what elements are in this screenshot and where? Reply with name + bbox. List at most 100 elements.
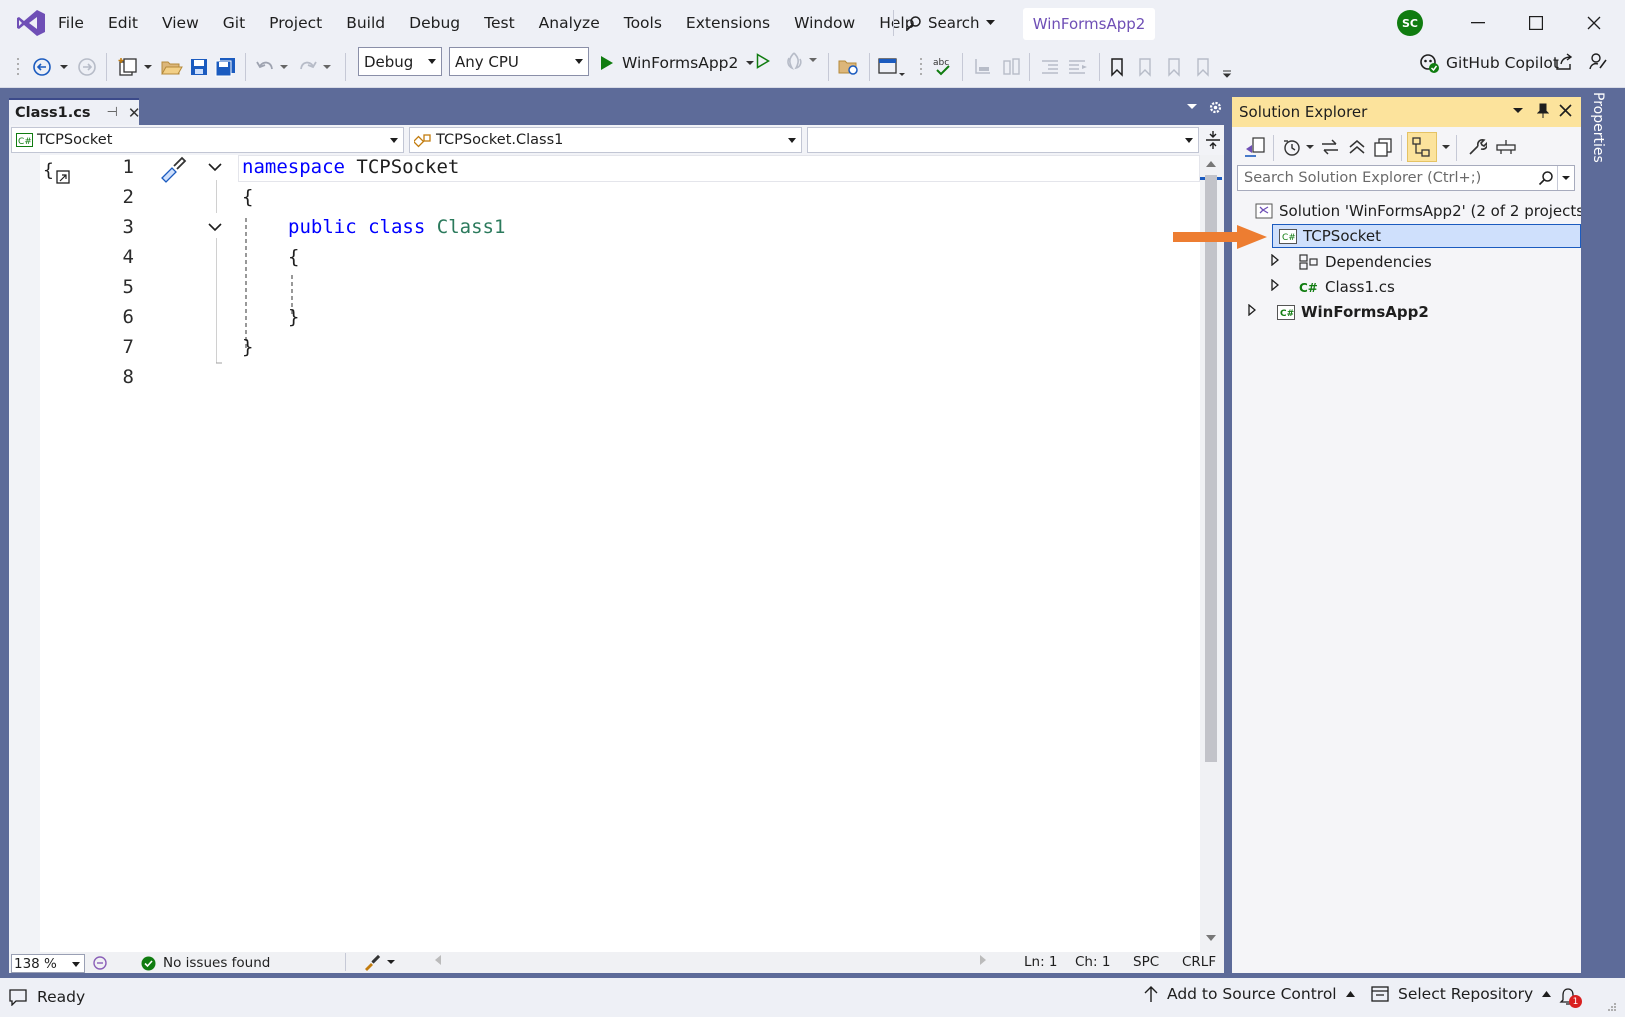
sync-with-active-document-button[interactable] — [1320, 137, 1340, 157]
menu-debug[interactable]: Debug — [397, 14, 472, 32]
member-navigation-select[interactable] — [807, 127, 1199, 153]
tree-item-dependencies[interactable]: Dependencies — [1299, 250, 1432, 274]
switch-views-button[interactable] — [1244, 136, 1266, 158]
toggle-bookmark-button[interactable] — [1110, 56, 1124, 78]
redo-dropdown-arrow[interactable] — [323, 56, 331, 78]
clear-bookmarks-button[interactable] — [1194, 56, 1212, 78]
tree-item-solution[interactable]: Solution 'WinFormsApp2' (2 of 2 projects… — [1255, 199, 1590, 223]
pin-tab-icon[interactable]: ⊣ — [106, 105, 117, 120]
search-button[interactable]: Search — [906, 10, 1006, 36]
save-all-button[interactable] — [215, 56, 237, 78]
menu-tools[interactable]: Tools — [612, 14, 674, 32]
scroll-up-arrow[interactable] — [1206, 161, 1216, 167]
notifications-button[interactable]: 1 — [1559, 986, 1582, 1008]
window-position-dropdown[interactable] — [1513, 108, 1523, 114]
menu-view[interactable]: View — [150, 14, 211, 32]
menu-extensions[interactable]: Extensions — [674, 14, 782, 32]
auto-hide-pin-button[interactable] — [1537, 103, 1549, 119]
new-project-dropdown-arrow[interactable] — [144, 56, 152, 78]
horizontal-scroll-right-arrow[interactable] — [980, 955, 986, 965]
solution-name-chip[interactable]: WinFormsApp2 — [1023, 8, 1155, 40]
whitespace-indicator[interactable]: SPC — [1133, 954, 1159, 970]
properties-button[interactable] — [1467, 137, 1487, 157]
zoom-level-select[interactable]: 138 % — [11, 954, 85, 973]
close-panel-button[interactable] — [1559, 104, 1572, 117]
expand-class1-toggle[interactable] — [1271, 279, 1279, 291]
tab-list-dropdown-button[interactable] — [1187, 104, 1197, 110]
save-button[interactable] — [189, 56, 209, 78]
type-navigation-select[interactable]: TCPSocket.Class1 — [409, 127, 802, 153]
project-navigation-select[interactable]: C# TCPSocket — [11, 127, 404, 153]
editor-settings-button[interactable] — [1208, 100, 1223, 115]
issues-indicator[interactable]: No issues found — [141, 955, 270, 971]
avatar[interactable]: SC — [1397, 10, 1423, 36]
navigate-forward-button[interactable] — [77, 56, 97, 78]
tree-item-class1-cs[interactable]: C# Class1.cs — [1299, 275, 1395, 299]
start-debugging-button[interactable]: WinFormsApp2 — [600, 52, 755, 74]
hot-reload-dropdown-arrow[interactable] — [809, 58, 817, 63]
undo-button[interactable] — [255, 56, 275, 78]
open-file-button[interactable] — [161, 56, 183, 78]
column-indicator[interactable]: Ch: 1 — [1075, 954, 1110, 970]
outdent-button[interactable] — [1040, 56, 1060, 78]
scroll-down-arrow[interactable] — [1206, 935, 1216, 941]
undo-dropdown-arrow[interactable] — [280, 56, 288, 78]
menu-project[interactable]: Project — [257, 14, 334, 32]
pending-changes-filter-button[interactable] — [1283, 137, 1303, 157]
solution-platform-select[interactable]: Any CPU — [449, 47, 589, 76]
share-button[interactable] — [1554, 52, 1574, 72]
collapse-namespace-toggle[interactable] — [207, 161, 223, 173]
code-cleanup-status-icon[interactable] — [91, 954, 109, 972]
solution-explorer-search-input[interactable]: Search Solution Explorer (Ctrl+;) — [1237, 165, 1575, 191]
scrollbar-thumb[interactable] — [1205, 175, 1217, 762]
feedback-button[interactable] — [1588, 51, 1608, 71]
previous-bookmark-button[interactable] — [1136, 56, 1154, 78]
code-editor[interactable] — [40, 155, 1200, 952]
browser-link-button[interactable] — [877, 56, 907, 78]
minimize-button[interactable] — [1458, 8, 1498, 38]
indent-button[interactable] — [1067, 56, 1089, 78]
menu-analyze[interactable]: Analyze — [527, 14, 612, 32]
toolbar-overflow-button[interactable] — [1222, 62, 1232, 84]
horizontal-scroll-left-arrow[interactable] — [435, 955, 441, 965]
spell-check-button[interactable]: abc — [932, 56, 954, 78]
line-ending-indicator[interactable]: CRLF — [1182, 954, 1216, 970]
namespace-scope-icon[interactable]: { — [43, 159, 73, 187]
properties-tab[interactable]: Properties — [1590, 92, 1606, 163]
menu-window[interactable]: Window — [782, 14, 867, 32]
split-editor-button[interactable] — [1205, 130, 1221, 150]
menu-test[interactable]: Test — [472, 14, 527, 32]
show-all-files-button[interactable] — [1373, 137, 1393, 157]
output-window-icon[interactable] — [8, 988, 28, 1006]
menu-git[interactable]: Git — [211, 14, 257, 32]
next-bookmark-button[interactable] — [1165, 56, 1183, 78]
filter-dropdown-arrow[interactable] — [1306, 145, 1314, 150]
close-window-button[interactable] — [1574, 8, 1614, 38]
navigate-back-button[interactable] — [32, 56, 52, 78]
github-copilot-button[interactable]: GitHub Copilot — [1418, 50, 1559, 76]
expand-dependencies-toggle[interactable] — [1271, 254, 1279, 266]
step-into-button[interactable] — [1001, 56, 1023, 78]
select-repository-button[interactable]: Select Repository — [1371, 985, 1552, 1003]
preview-button[interactable] — [1495, 137, 1517, 157]
preview-selected-items-toggle[interactable] — [1407, 132, 1437, 162]
add-to-source-control-button[interactable]: Add to Source Control — [1144, 985, 1355, 1003]
menu-file[interactable]: File — [46, 14, 96, 32]
close-tab-icon[interactable]: ✕ — [128, 104, 141, 122]
menu-build[interactable]: Build — [334, 14, 397, 32]
preview-dropdown-arrow[interactable] — [1442, 145, 1450, 150]
maximize-button[interactable] — [1516, 8, 1556, 38]
resize-grip[interactable] — [1607, 1002, 1617, 1012]
quick-actions-brush-icon[interactable] — [158, 156, 188, 184]
collapse-all-button[interactable] — [1347, 137, 1367, 157]
tree-item-tcpsocket-project[interactable]: C# TCPSocket — [1279, 224, 1381, 248]
browse-folder-button[interactable] — [838, 56, 860, 78]
back-dropdown-arrow[interactable] — [60, 56, 68, 78]
redo-button[interactable] — [298, 56, 318, 78]
code-cleanup-button[interactable] — [363, 953, 395, 971]
solution-configuration-select[interactable]: Debug — [358, 47, 442, 76]
tab-class1-cs[interactable]: Class1.cs ⊣ ✕ — [9, 98, 141, 125]
start-without-debugging-button[interactable] — [756, 53, 770, 69]
expand-winformsapp2-toggle[interactable] — [1248, 304, 1256, 316]
visual-studio-logo-icon[interactable] — [16, 9, 46, 37]
